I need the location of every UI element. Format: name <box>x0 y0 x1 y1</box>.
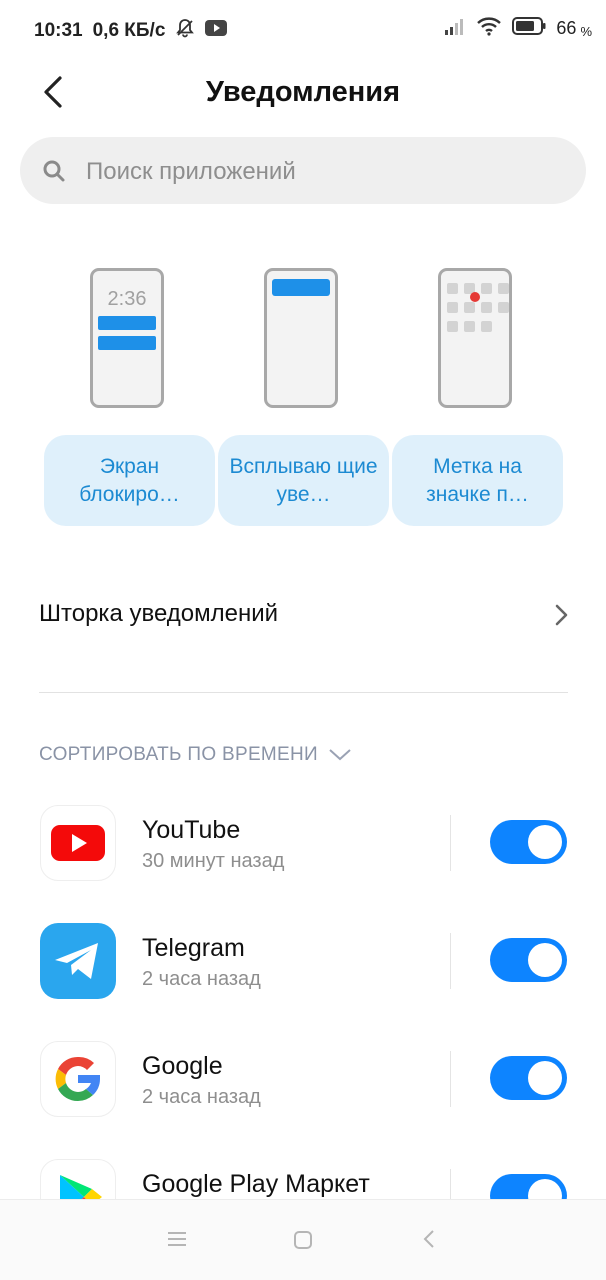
app-name: Telegram <box>142 934 245 962</box>
app-row-google[interactable]: Google 2 часа назад <box>0 1029 606 1139</box>
chevron-down-icon <box>329 749 351 761</box>
lockscreen-notification-bar <box>98 336 156 350</box>
floating-preview[interactable] <box>264 268 338 408</box>
app-row-telegram[interactable]: Telegram 2 часа назад <box>0 911 606 1021</box>
search-icon <box>42 159 66 188</box>
status-left: 10:31 0,6 КБ/с <box>34 18 228 44</box>
app-last-notification-time: 2 часа назад <box>142 968 261 990</box>
system-navigation-bar <box>0 1199 606 1280</box>
app-name: Google Play Маркет <box>142 1170 370 1198</box>
header: Уведомления <box>0 60 606 130</box>
google-toggle[interactable] <box>490 1056 567 1100</box>
app-grid-icon <box>447 283 509 332</box>
battery-level: 66 <box>556 18 577 38</box>
google-icon <box>40 1041 116 1117</box>
home-icon[interactable] <box>293 1230 313 1255</box>
status-bar: 10:31 0,6 КБ/с 66 % <box>0 0 606 58</box>
sort-dropdown[interactable]: СОРТИРОВАТЬ ПО ВРЕМЕНИ <box>39 744 352 766</box>
bell-muted-icon <box>175 18 195 44</box>
sort-label: СОРТИРОВАТЬ ПО ВРЕМЕНИ <box>39 744 318 765</box>
separator <box>450 1051 451 1107</box>
separator <box>450 933 451 989</box>
battery-percent-sign: % <box>580 24 592 39</box>
app-name: YouTube <box>142 816 241 844</box>
youtube-icon <box>40 805 116 881</box>
separator <box>450 815 451 871</box>
badge-style-button[interactable]: Метка на значке п… <box>392 435 563 526</box>
status-right: 66 % <box>444 16 592 41</box>
app-name: Google <box>142 1052 223 1080</box>
wifi-icon <box>476 16 502 41</box>
telegram-icon <box>40 923 116 999</box>
youtube-toggle[interactable] <box>490 820 567 864</box>
toggle-knob <box>528 1061 562 1095</box>
lockscreen-time: 2:36 <box>107 288 147 310</box>
floating-notification-bar <box>272 279 330 296</box>
lockscreen-notification-bar <box>98 316 156 330</box>
youtube-notification-icon <box>205 20 228 42</box>
toggle-knob <box>528 825 562 859</box>
battery-icon <box>512 17 546 40</box>
lockscreen-style-button[interactable]: Экран блокиро… <box>44 435 215 526</box>
status-speed: 0,6 КБ/с <box>92 20 166 41</box>
app-last-notification-time: 30 минут назад <box>142 850 285 872</box>
floating-style-button[interactable]: Всплываю щие уве… <box>218 435 389 526</box>
app-last-notification-time: 2 часа назад <box>142 1086 261 1108</box>
search-bar[interactable] <box>20 137 586 206</box>
menu-icon[interactable] <box>166 1230 188 1253</box>
search-input[interactable] <box>84 137 568 206</box>
telegram-toggle[interactable] <box>490 938 567 982</box>
toggle-knob <box>528 943 562 977</box>
badge-preview[interactable] <box>438 268 512 408</box>
signal-icon <box>444 17 466 40</box>
chevron-right-icon <box>552 603 570 632</box>
notification-shade-label: Шторка уведомлений <box>39 600 279 627</box>
lockscreen-preview[interactable]: 2:36 <box>90 268 164 408</box>
app-row-youtube[interactable]: YouTube 30 минут назад <box>0 793 606 903</box>
divider <box>39 692 568 693</box>
back-nav-icon[interactable] <box>421 1228 437 1255</box>
status-time: 10:31 <box>34 20 83 41</box>
page-title: Уведомления <box>205 76 401 108</box>
